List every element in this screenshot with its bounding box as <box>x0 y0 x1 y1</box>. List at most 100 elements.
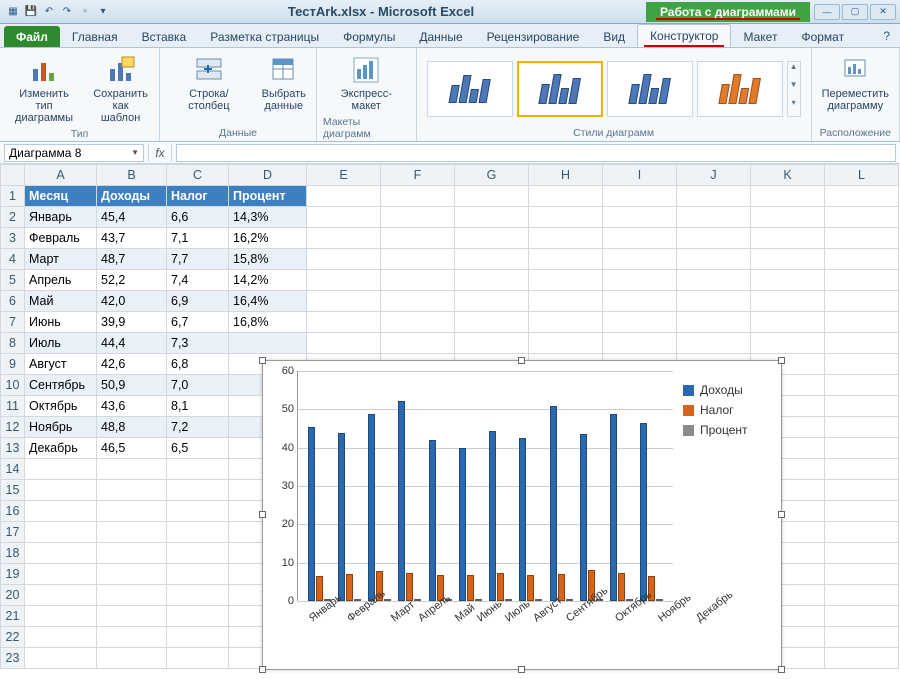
cell[interactable] <box>677 249 751 270</box>
tab-data[interactable]: Данные <box>407 26 474 47</box>
cell[interactable]: 8,1 <box>167 396 229 417</box>
cell[interactable] <box>825 648 899 669</box>
cell[interactable]: 50,9 <box>97 375 167 396</box>
col-header-E[interactable]: E <box>307 165 381 186</box>
chart-style-2[interactable] <box>517 61 603 117</box>
col-header-K[interactable]: K <box>751 165 825 186</box>
bar-Доходы[interactable] <box>610 414 617 601</box>
bar-Доходы[interactable] <box>338 433 345 601</box>
cell[interactable] <box>25 543 97 564</box>
cell[interactable]: Декабрь <box>25 438 97 459</box>
cell[interactable] <box>677 186 751 207</box>
col-header-L[interactable]: L <box>825 165 899 186</box>
cell[interactable] <box>603 207 677 228</box>
cell[interactable] <box>825 417 899 438</box>
cell[interactable] <box>603 312 677 333</box>
fx-icon[interactable]: fx <box>148 144 172 162</box>
cell[interactable] <box>307 207 381 228</box>
cell[interactable] <box>167 459 229 480</box>
cell[interactable] <box>677 291 751 312</box>
more-icon[interactable]: ▾ <box>788 98 800 116</box>
cell[interactable]: 16,2% <box>229 228 307 249</box>
cell[interactable] <box>167 648 229 669</box>
new-icon[interactable]: ▫ <box>78 5 92 19</box>
cell[interactable] <box>25 480 97 501</box>
cell[interactable] <box>167 543 229 564</box>
row-header[interactable]: 11 <box>1 396 25 417</box>
cell[interactable]: 45,4 <box>97 207 167 228</box>
cell[interactable] <box>825 291 899 312</box>
chart-style-1[interactable] <box>427 61 513 117</box>
bar-Доходы[interactable] <box>640 423 647 601</box>
cell[interactable] <box>455 186 529 207</box>
tab-home[interactable]: Главная <box>60 26 130 47</box>
help-icon[interactable]: ? <box>873 25 900 47</box>
cell[interactable]: Налог <box>167 186 229 207</box>
cell[interactable]: 6,6 <box>167 207 229 228</box>
row-header[interactable]: 10 <box>1 375 25 396</box>
cell[interactable] <box>25 585 97 606</box>
cell[interactable] <box>825 585 899 606</box>
cell[interactable]: 39,9 <box>97 312 167 333</box>
row-header[interactable]: 23 <box>1 648 25 669</box>
cell[interactable]: 7,4 <box>167 270 229 291</box>
cell[interactable]: 16,4% <box>229 291 307 312</box>
legend-item[interactable]: Налог <box>683 403 773 417</box>
cell[interactable] <box>97 480 167 501</box>
name-box[interactable]: Диаграмма 8 ▼ <box>4 144 144 162</box>
row-header[interactable]: 2 <box>1 207 25 228</box>
cell[interactable] <box>825 606 899 627</box>
row-header[interactable]: 4 <box>1 249 25 270</box>
cell[interactable]: Февраль <box>25 228 97 249</box>
bar-Доходы[interactable] <box>368 414 375 601</box>
cell[interactable]: 43,7 <box>97 228 167 249</box>
cell[interactable] <box>751 270 825 291</box>
row-header[interactable]: 14 <box>1 459 25 480</box>
bar-Процент[interactable] <box>656 599 663 601</box>
bar-Доходы[interactable] <box>550 406 557 601</box>
cell[interactable] <box>825 354 899 375</box>
change-chart-type-button[interactable]: Изменить тип диаграммы <box>6 52 82 126</box>
cell[interactable]: Август <box>25 354 97 375</box>
row-header[interactable]: 22 <box>1 627 25 648</box>
cell[interactable] <box>97 564 167 585</box>
cell[interactable] <box>529 270 603 291</box>
cell[interactable] <box>677 207 751 228</box>
cell[interactable] <box>381 333 455 354</box>
cell[interactable] <box>167 606 229 627</box>
cell[interactable] <box>307 270 381 291</box>
bar-Доходы[interactable] <box>429 440 436 601</box>
col-header-A[interactable]: A <box>25 165 97 186</box>
tab-view[interactable]: Вид <box>591 26 637 47</box>
cell[interactable] <box>455 333 529 354</box>
cell[interactable] <box>825 396 899 417</box>
save-as-template-button[interactable]: Сохранить как шаблон <box>88 52 153 126</box>
cell[interactable] <box>455 291 529 312</box>
bar-Процент[interactable] <box>475 599 482 601</box>
minimize-button[interactable]: — <box>814 4 840 20</box>
col-header-B[interactable]: B <box>97 165 167 186</box>
row-header[interactable]: 12 <box>1 417 25 438</box>
bar-Доходы[interactable] <box>580 434 587 601</box>
col-header-F[interactable]: F <box>381 165 455 186</box>
cell[interactable] <box>825 312 899 333</box>
cell[interactable] <box>603 249 677 270</box>
cell[interactable]: 48,7 <box>97 249 167 270</box>
cell[interactable]: 52,2 <box>97 270 167 291</box>
cell[interactable] <box>825 186 899 207</box>
row-header[interactable]: 1 <box>1 186 25 207</box>
cell[interactable] <box>381 312 455 333</box>
redo-icon[interactable]: ↷ <box>60 5 74 19</box>
col-header-C[interactable]: C <box>167 165 229 186</box>
cell[interactable] <box>825 501 899 522</box>
cell[interactable]: 42,6 <box>97 354 167 375</box>
cell[interactable] <box>529 249 603 270</box>
row-header[interactable]: 8 <box>1 333 25 354</box>
cell[interactable]: 16,8% <box>229 312 307 333</box>
tab-formulas[interactable]: Формулы <box>331 26 407 47</box>
cell[interactable] <box>825 627 899 648</box>
cell[interactable] <box>97 543 167 564</box>
cell[interactable] <box>529 333 603 354</box>
cell[interactable]: 7,1 <box>167 228 229 249</box>
cell[interactable] <box>603 291 677 312</box>
